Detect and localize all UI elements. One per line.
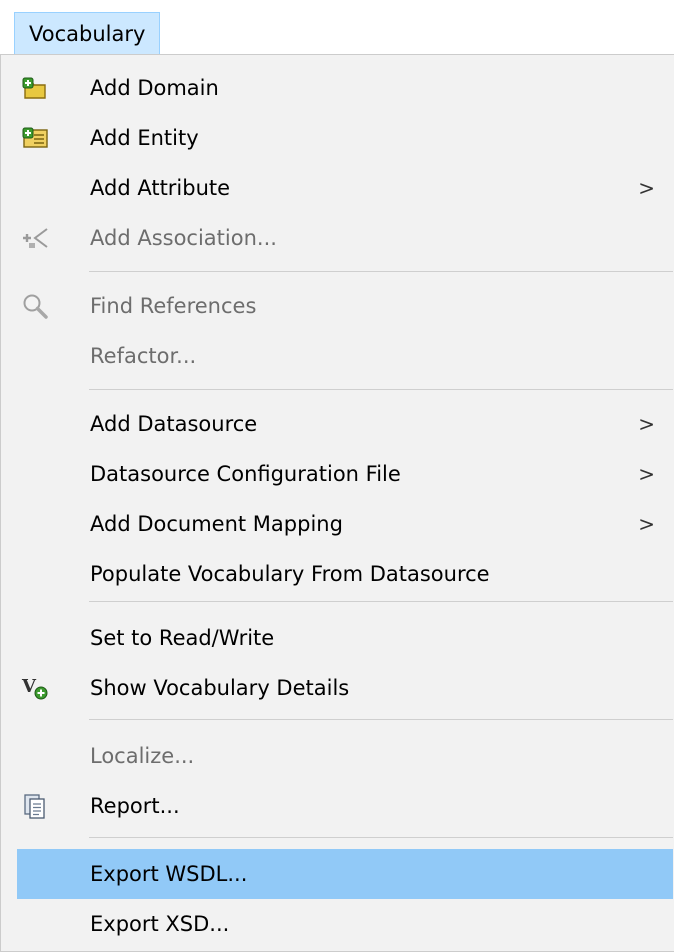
menu-item-datasource-configuration-file[interactable]: Datasource Configuration File > [1,449,673,499]
menu-item-show-vocabulary-details[interactable]: V Show Vocabulary Details [1,663,673,713]
menu-item-label: Add Attribute [90,176,231,200]
menubar-item-label: Vocabulary [29,21,146,46]
menubar-item-vocabulary[interactable]: Vocabulary [14,12,161,54]
menu-item-label: Add Datasource [90,412,258,436]
menu-separator [89,389,673,390]
menu-separator [89,837,673,838]
find-references-icon [23,294,48,319]
menu-item-label: Find References [90,294,257,318]
menu-item-set-read-write[interactable]: Set to Read/Write [1,613,673,663]
menu-item-label: Add Entity [90,126,199,150]
menu-item-label: Refactor... [90,344,197,368]
menu-item-label: Add Document Mapping [90,512,343,536]
submenu-arrow-icon: > [638,462,655,486]
menu-item-export-xsd[interactable]: Export XSD... [1,899,673,949]
menu-item-label: Populate Vocabulary From Datasource [90,562,490,586]
menu-item-add-domain[interactable]: Add Domain [1,63,673,113]
add-association-icon [23,228,48,248]
menu-item-label: Add Association... [90,226,277,250]
menu-item-label: Report... [90,794,180,818]
menu-item-export-wsdl[interactable]: Export WSDL... [17,849,673,899]
submenu-arrow-icon: > [638,412,655,436]
vocabulary-details-icon: V [21,676,48,700]
report-icon [24,794,45,819]
menu-item-populate-vocabulary[interactable]: Populate Vocabulary From Datasource [1,549,673,599]
menu-item-add-attribute[interactable]: Add Attribute > [1,163,673,213]
menu-item-add-datasource[interactable]: Add Datasource > [1,399,673,449]
menu-separator [89,271,673,272]
menu-item-label: Localize... [90,744,195,768]
menu-item-report[interactable]: Report... [1,781,673,831]
add-entity-icon [22,127,48,148]
menu-item-label: Datasource Configuration File [90,462,401,486]
menu-item-add-association[interactable]: Add Association... [1,213,673,263]
menubar: Vocabulary [0,0,674,58]
menu-item-label: Add Domain [90,76,219,100]
menu-item-add-entity[interactable]: Add Entity [1,113,673,163]
menu-item-label: Show Vocabulary Details [90,676,350,700]
menu-separator [89,601,673,602]
menu-item-refactor[interactable]: Refactor... [1,331,673,381]
menu-item-label: Set to Read/Write [90,626,275,650]
submenu-arrow-icon: > [638,512,655,536]
menu-item-label: Export WSDL... [90,862,248,886]
menu-item-label: Export XSD... [90,912,230,936]
add-domain-icon [22,77,46,99]
submenu-arrow-icon: > [638,176,655,200]
dropdown-menu: Add Domain Add Entity Add Attribute > Ad… [0,54,674,952]
menu-item-find-references[interactable]: Find References [1,281,673,331]
menu-item-add-document-mapping[interactable]: Add Document Mapping > [1,499,673,549]
menu-item-localize[interactable]: Localize... [1,731,673,781]
menu-separator [89,719,673,720]
